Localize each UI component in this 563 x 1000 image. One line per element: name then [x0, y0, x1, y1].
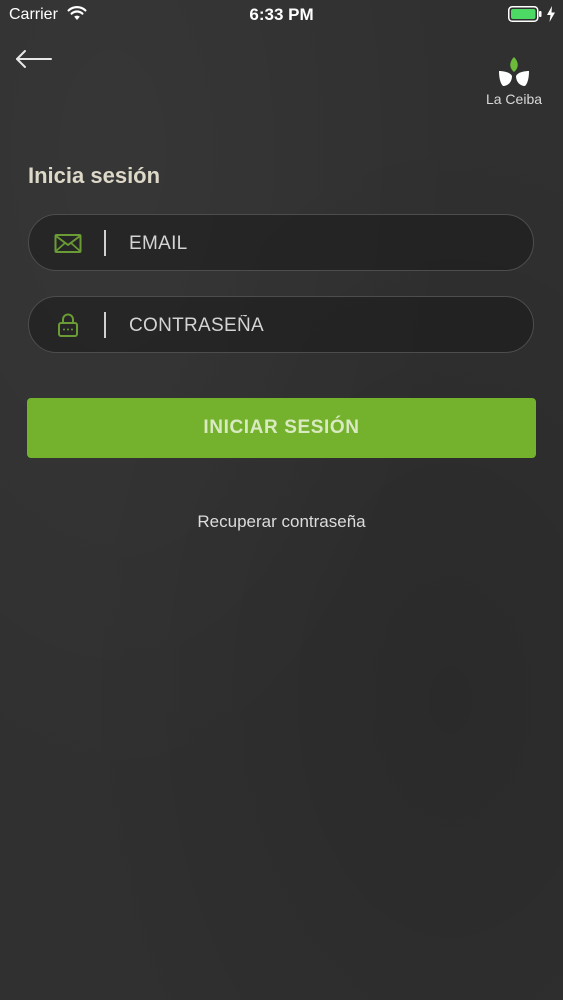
- status-time: 6:33 PM: [249, 5, 314, 24]
- status-bar: Carrier 6:33 PM: [0, 0, 563, 30]
- battery-icon: [508, 6, 542, 22]
- login-button[interactable]: INICIAR SESIÓN: [27, 398, 536, 458]
- leaf-icon: [499, 57, 529, 86]
- email-input[interactable]: [127, 215, 521, 272]
- back-button[interactable]: [14, 46, 54, 74]
- login-screen: Carrier 6:33 PM La Ceiba Inicia sesión E…: [0, 0, 563, 1000]
- field-divider: [104, 312, 106, 338]
- arrow-left-icon: [16, 50, 52, 68]
- brand-name: La Ceiba: [485, 91, 543, 107]
- email-field[interactable]: [28, 214, 534, 272]
- recover-password-link[interactable]: Recuperar contraseña: [0, 512, 563, 532]
- brand: La Ceiba: [478, 55, 550, 113]
- lock-icon: [58, 313, 78, 337]
- bolt-icon: [547, 6, 555, 22]
- page-title: Inicia sesión: [28, 163, 161, 188]
- field-divider: [104, 230, 106, 256]
- password-field[interactable]: [28, 296, 534, 354]
- envelope-icon: [54, 234, 82, 253]
- password-input[interactable]: [127, 297, 521, 354]
